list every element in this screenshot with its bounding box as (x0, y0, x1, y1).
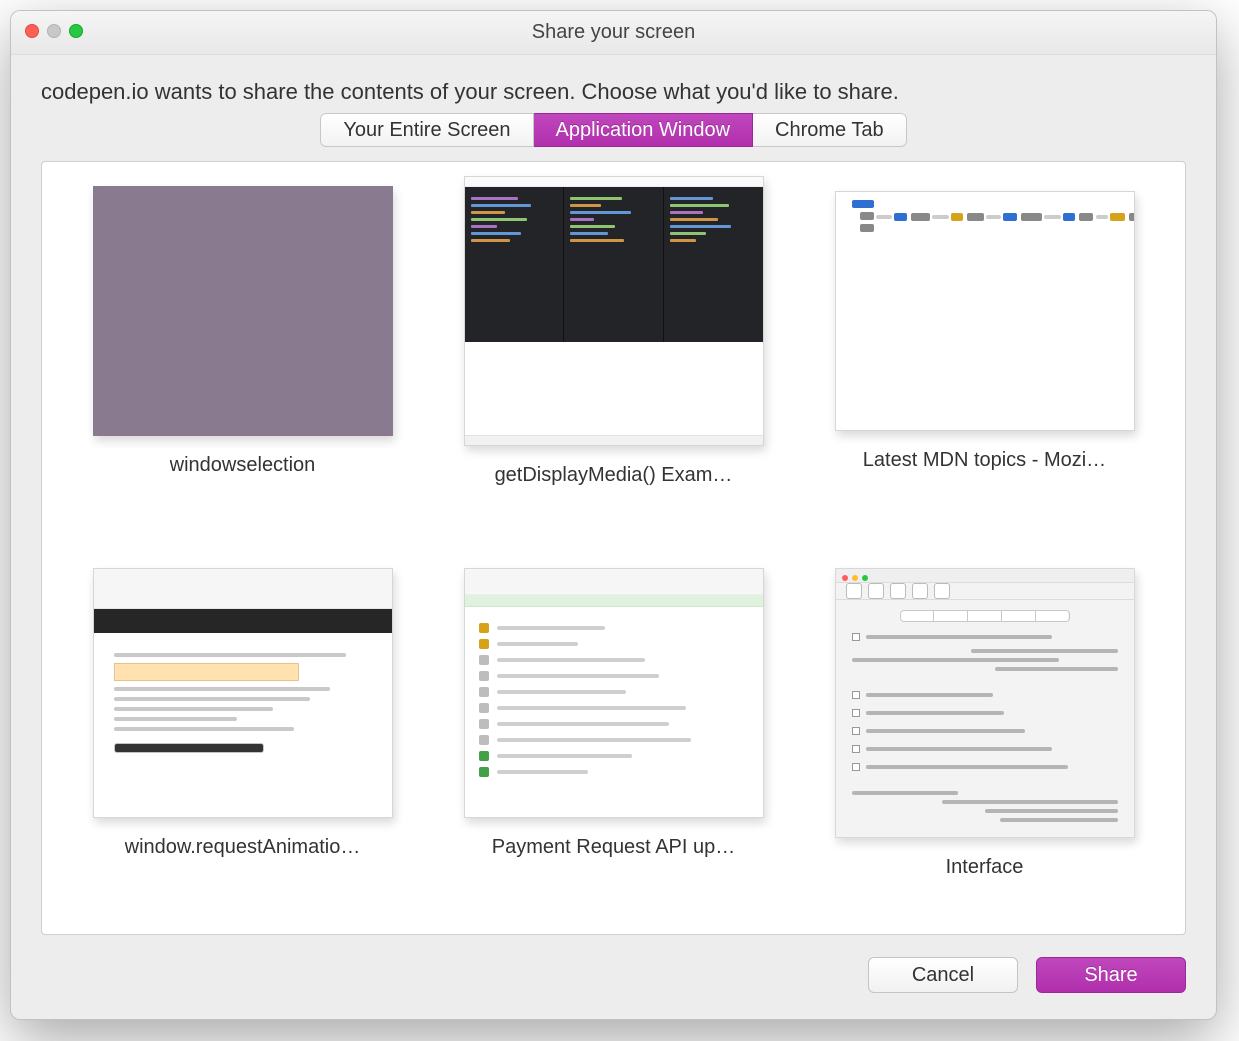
window-controls (25, 24, 83, 38)
source-label: Latest MDN topics - Mozi… (863, 449, 1106, 472)
share-screen-dialog: Share your screen codepen.io wants to sh… (10, 10, 1217, 1020)
source-label: Payment Request API up… (492, 836, 735, 859)
source-windowselection[interactable]: windowselection (82, 176, 403, 528)
source-label: getDisplayMedia() Exam… (495, 464, 733, 487)
titlebar: Share your screen (11, 11, 1216, 55)
thumbnail (93, 186, 393, 436)
close-icon[interactable] (25, 24, 39, 38)
source-label: windowselection (170, 454, 316, 477)
source-label: Interface (946, 856, 1024, 879)
dialog-title: Share your screen (532, 21, 695, 44)
source-type-tabs: Your Entire Screen Application Window Ch… (11, 113, 1216, 161)
thumbnail (464, 176, 764, 446)
source-request-animation-frame[interactable]: window.requestAnimatio… (82, 568, 403, 920)
tab-entire-screen[interactable]: Your Entire Screen (320, 113, 533, 147)
source-list[interactable]: windowselection (42, 162, 1185, 934)
minimize-icon (47, 24, 61, 38)
source-list-container: windowselection (41, 161, 1186, 935)
zoom-icon[interactable] (69, 24, 83, 38)
cancel-button[interactable]: Cancel (868, 957, 1018, 993)
share-button[interactable]: Share (1036, 957, 1186, 993)
source-getdisplaymedia[interactable]: getDisplayMedia() Exam… (453, 176, 774, 528)
tab-chrome-tab[interactable]: Chrome Tab (753, 113, 907, 147)
thumbnail (835, 191, 1135, 431)
dialog-footer: Cancel Share (11, 935, 1216, 1019)
source-label: window.requestAnimatio… (125, 836, 361, 859)
thumbnail (93, 568, 393, 818)
source-mdn-topics[interactable]: Latest MDN topics - Mozi… (824, 176, 1145, 528)
dialog-prompt-text: codepen.io wants to share the contents o… (11, 55, 1216, 113)
tab-application-window[interactable]: Application Window (534, 113, 754, 147)
source-payment-request[interactable]: Payment Request API up… (453, 568, 774, 920)
source-interface[interactable]: Interface (824, 568, 1145, 920)
thumbnail (835, 568, 1135, 838)
thumbnail (464, 568, 764, 818)
